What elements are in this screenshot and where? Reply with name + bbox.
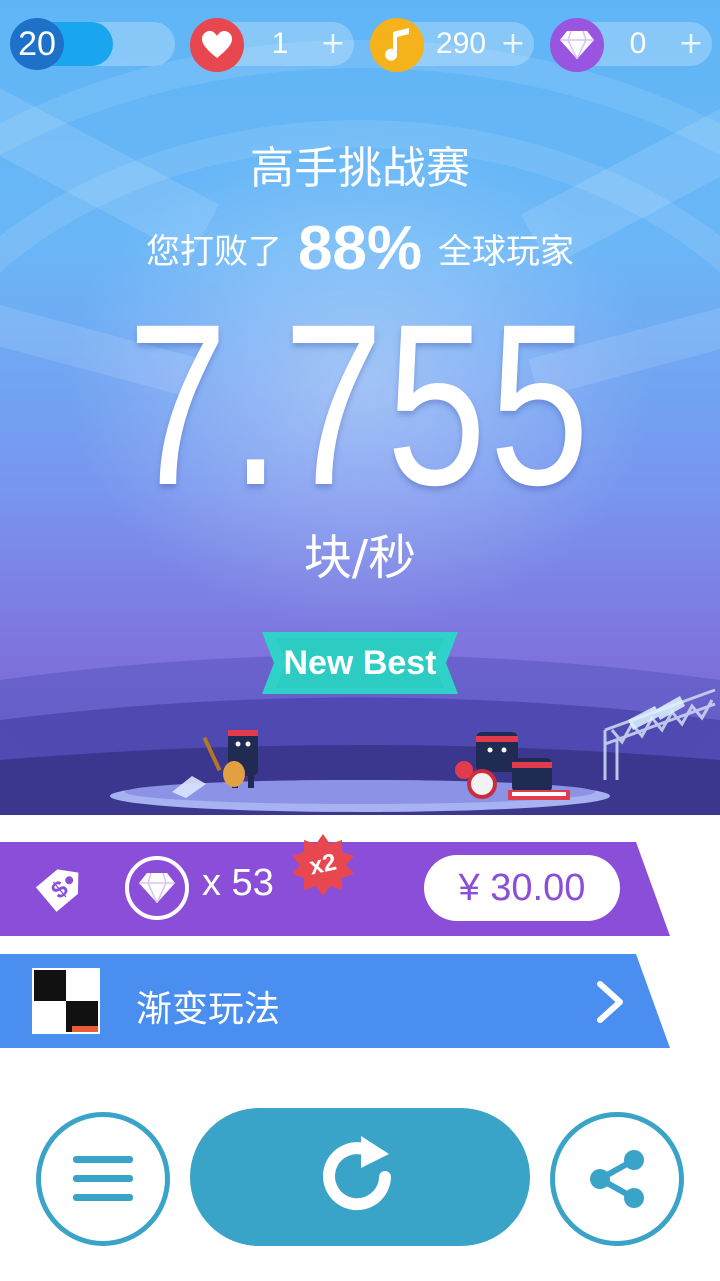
retry-icon xyxy=(323,1136,391,1211)
beat-percentage-line: 您打败了 88% 全球玩家 xyxy=(0,213,720,284)
menu-icon xyxy=(73,1156,133,1201)
score-unit: 块/秒 xyxy=(303,530,417,586)
heart-icon xyxy=(190,18,244,72)
new-best-label: New Best xyxy=(283,644,437,682)
mode-title: 高手挑战赛 xyxy=(250,143,470,194)
beat-percent: 88% xyxy=(297,214,423,283)
beat-prefix: 您打败了 xyxy=(145,232,282,272)
notes-value: 290 xyxy=(435,27,487,60)
menu-button[interactable] xyxy=(36,1112,170,1246)
offer-gem-count: x 53 xyxy=(202,862,274,904)
gems-value: 0 xyxy=(629,27,647,60)
diamond-icon xyxy=(125,856,189,920)
lives-value: 1 xyxy=(271,27,289,60)
beat-suffix: 全球玩家 xyxy=(438,232,575,272)
gradient-mode-label: 渐变玩法 xyxy=(136,989,281,1030)
share-button[interactable] xyxy=(550,1112,684,1246)
retry-button[interactable] xyxy=(190,1108,530,1246)
level-badge: 20 xyxy=(10,18,64,70)
add-gems-button[interactable]: + xyxy=(676,22,706,66)
price-tag-icon: $ xyxy=(35,869,79,912)
share-icon xyxy=(590,1150,644,1208)
add-lives-button[interactable]: + xyxy=(318,22,348,66)
buy-gems-price-button[interactable]: ¥ 30.00 xyxy=(424,855,620,921)
chevron-right-icon xyxy=(597,981,623,1023)
score-value: 7.755 xyxy=(127,276,593,533)
gradient-mode-banner[interactable] xyxy=(0,954,670,1048)
music-note-icon xyxy=(370,18,424,72)
add-notes-button[interactable]: + xyxy=(498,22,528,66)
piano-tile-icon xyxy=(32,968,100,1034)
diamond-icon xyxy=(550,18,604,72)
double-bonus-label: x2 xyxy=(307,848,339,881)
